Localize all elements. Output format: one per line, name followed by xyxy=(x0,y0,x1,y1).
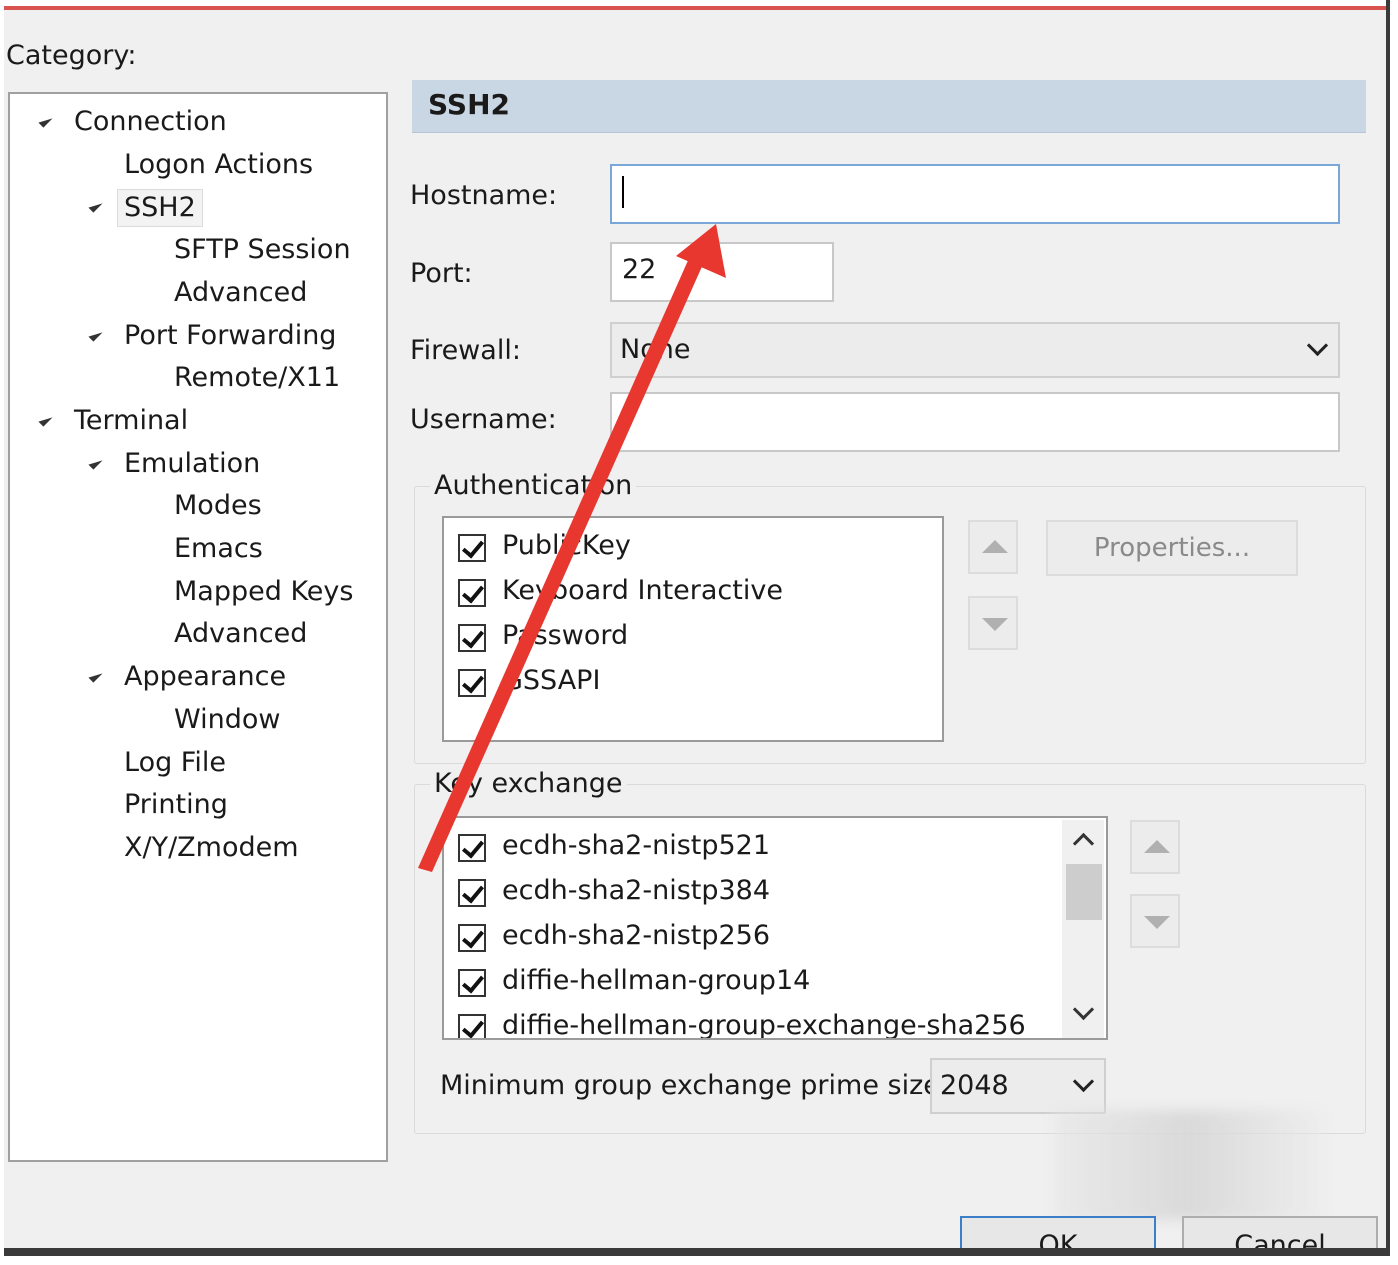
tree-item[interactable]: Window xyxy=(174,702,280,738)
checkbox[interactable] xyxy=(458,579,486,607)
expand-triangle-icon[interactable] xyxy=(88,198,103,213)
ok-button[interactable]: OK xyxy=(960,1216,1156,1252)
window-shadow-right xyxy=(1386,0,1390,1250)
checkbox[interactable] xyxy=(458,924,486,952)
expand-triangle-icon[interactable] xyxy=(88,668,103,683)
list-item-label: diffie-hellman-group14 xyxy=(502,965,811,996)
window-shadow-bottom xyxy=(4,1248,1390,1256)
auth-move-down-button[interactable] xyxy=(968,596,1018,650)
triangle-down-icon xyxy=(982,618,1008,631)
tree-item[interactable]: Connection xyxy=(74,104,227,140)
expand-triangle-icon[interactable] xyxy=(38,113,53,128)
chevron-down-icon[interactable] xyxy=(1072,998,1095,1021)
authentication-title: Authentication xyxy=(430,470,637,501)
key-exchange-list[interactable]: ecdh-sha2-nistp521 ecdh-sha2-nistp384 ecdh… xyxy=(442,816,1108,1040)
username-label: Username: xyxy=(410,404,557,435)
panel-header: SSH2 xyxy=(412,80,1366,133)
tree-item[interactable]: Terminal xyxy=(74,403,188,439)
port-label: Port: xyxy=(410,258,473,289)
list-item-label: diffie-hellman-group-exchange-sha256 xyxy=(502,1010,1026,1040)
tree-item[interactable]: Appearance xyxy=(124,659,286,695)
properties-button[interactable]: Properties... xyxy=(1046,520,1298,576)
tree-item[interactable]: Port Forwarding xyxy=(124,318,336,354)
triangle-up-icon xyxy=(982,540,1008,553)
chevron-down-icon xyxy=(1306,334,1329,357)
kex-move-down-button[interactable] xyxy=(1130,894,1180,948)
chevron-down-icon xyxy=(1072,1070,1095,1093)
authentication-list[interactable]: PublicKey Keyboard Interactive Password GSS… xyxy=(442,516,944,742)
tree-item[interactable]: Mapped Keys xyxy=(174,574,353,610)
expand-triangle-icon[interactable] xyxy=(38,412,53,427)
key-exchange-title: Key exchange xyxy=(430,768,627,799)
list-item-label: ecdh-sha2-nistp521 xyxy=(502,830,771,861)
list-item-label: Password xyxy=(502,620,629,651)
list-item-label: PublicKey xyxy=(502,530,631,561)
checkbox[interactable] xyxy=(458,834,486,862)
triangle-down-icon xyxy=(1144,916,1170,929)
expand-triangle-icon[interactable] xyxy=(88,455,103,470)
cancel-button[interactable]: Cancel xyxy=(1182,1216,1378,1252)
hostname-input[interactable] xyxy=(610,164,1340,224)
kex-move-up-button[interactable] xyxy=(1130,820,1180,874)
firewall-label: Firewall: xyxy=(410,335,521,366)
triangle-up-icon xyxy=(1144,840,1170,853)
hostname-label: Hostname: xyxy=(410,180,558,211)
watermark-blur xyxy=(1054,1110,1324,1220)
min-prime-select[interactable]: 2048 xyxy=(930,1058,1106,1114)
min-prime-label: Minimum group exchange prime size: xyxy=(440,1070,949,1101)
session-options-dialog: Category: Connection Logon Actions SSH2 SFT… xyxy=(4,6,1388,1252)
checkbox[interactable] xyxy=(458,624,486,652)
chevron-up-icon[interactable] xyxy=(1072,832,1095,855)
key-exchange-scrollbar[interactable] xyxy=(1062,820,1104,1038)
auth-move-up-button[interactable] xyxy=(968,520,1018,574)
category-tree[interactable]: Connection Logon Actions SSH2 SFTP Session A… xyxy=(8,92,388,1162)
checkbox[interactable] xyxy=(458,534,486,562)
category-label: Category: xyxy=(6,40,137,71)
port-input[interactable]: 22 xyxy=(610,242,834,302)
firewall-select[interactable]: None xyxy=(610,322,1340,378)
username-input[interactable] xyxy=(610,392,1340,452)
list-item-label: Keyboard Interactive xyxy=(502,575,783,606)
expand-triangle-icon[interactable] xyxy=(88,326,103,342)
panel-title: SSH2 xyxy=(428,88,510,121)
checkbox[interactable] xyxy=(458,879,486,907)
checkbox[interactable] xyxy=(458,1014,486,1038)
list-item-label: ecdh-sha2-nistp384 xyxy=(502,875,771,906)
checkbox[interactable] xyxy=(458,669,486,697)
scrollbar-thumb[interactable] xyxy=(1066,864,1102,920)
tree-item[interactable]: X/Y/Zmodem xyxy=(124,830,299,866)
tree-item[interactable]: Advanced xyxy=(174,275,307,311)
tree-item[interactable]: Log File xyxy=(124,745,226,781)
tree-item[interactable]: SSH2 xyxy=(117,189,203,228)
tree-item[interactable]: Emulation xyxy=(124,446,260,482)
list-item-label: ecdh-sha2-nistp256 xyxy=(502,920,771,951)
tree-item[interactable]: Modes xyxy=(174,488,262,524)
tree-item[interactable]: Emacs xyxy=(174,531,263,567)
text-caret xyxy=(622,176,624,208)
tree-item[interactable]: Printing xyxy=(124,787,228,823)
tree-item[interactable]: Advanced xyxy=(174,616,307,652)
list-item-label: GSSAPI xyxy=(502,665,601,696)
checkbox[interactable] xyxy=(458,969,486,997)
tree-item[interactable]: Logon Actions xyxy=(124,147,313,183)
tree-item[interactable]: Remote/X11 xyxy=(174,360,340,396)
tree-item[interactable]: SFTP Session xyxy=(174,232,351,268)
